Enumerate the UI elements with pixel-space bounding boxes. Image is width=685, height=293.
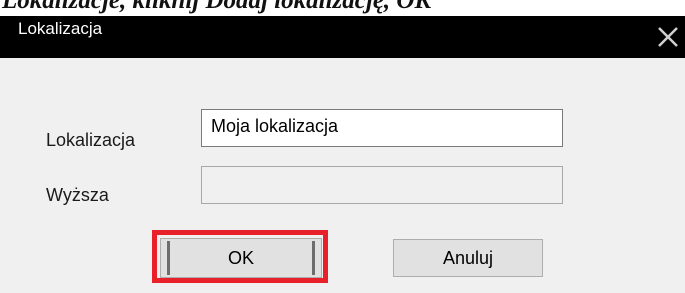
dialog-window: Lokalizacja Lokalizacja Moja lokalizacja… — [0, 16, 685, 293]
parent-input — [201, 166, 563, 204]
caption-text: Lokalizacje, kliknij Dodaj lokalizację, … — [2, 0, 432, 14]
cancel-button[interactable]: Anuluj — [393, 239, 543, 277]
cancel-button-label: Anuluj — [442, 247, 494, 268]
dialog-titlebar: Lokalizacja — [0, 16, 685, 58]
dialog-title: Lokalizacja — [18, 19, 103, 38]
caption-strip: Lokalizacje, kliknij Dodaj lokalizację, … — [0, 0, 685, 16]
ok-highlight-box — [152, 230, 328, 283]
location-label: Lokalizacja — [46, 130, 136, 150]
location-input[interactable]: Moja lokalizacja — [201, 109, 563, 147]
close-icon[interactable] — [653, 24, 683, 50]
parent-label: Wyższa — [46, 185, 109, 205]
